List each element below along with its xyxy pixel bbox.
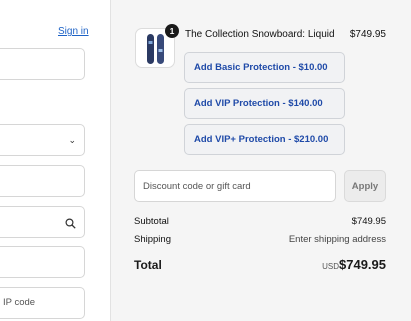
search-icon bbox=[65, 216, 76, 234]
chevron-down-icon: ⌄ bbox=[68, 135, 76, 145]
subtotal-value: $749.95 bbox=[351, 216, 386, 227]
total-currency: USD bbox=[322, 262, 339, 271]
apply-discount-button[interactable]: Apply bbox=[344, 170, 386, 202]
sign-in-link[interactable]: Sign in bbox=[58, 26, 89, 37]
shipping-value: Enter shipping address bbox=[288, 234, 386, 245]
apartment-field[interactable] bbox=[0, 246, 85, 278]
shipping-label: Shipping bbox=[134, 234, 171, 245]
postal-code-field[interactable]: IP code bbox=[0, 287, 85, 319]
product-name: The Collection Snowboard: Liquid bbox=[185, 29, 335, 40]
order-summary: 1 The Collection Snowboard: Liquid $749.… bbox=[110, 0, 411, 321]
add-basic-protection-button[interactable]: Add Basic Protection - $10.00 bbox=[184, 52, 345, 83]
total-label: Total bbox=[134, 258, 162, 272]
postal-code-placeholder: IP code bbox=[3, 297, 36, 308]
contact-field[interactable] bbox=[0, 48, 85, 80]
product-price: $749.95 bbox=[349, 29, 386, 40]
checkout-form-panel: Sign in ⌄ IP code bbox=[0, 0, 110, 321]
name-field[interactable] bbox=[0, 165, 85, 197]
address-field[interactable] bbox=[0, 206, 85, 238]
subtotal-label: Subtotal bbox=[134, 216, 169, 227]
discount-code-input[interactable] bbox=[134, 170, 336, 202]
add-vip-protection-button[interactable]: Add VIP Protection - $140.00 bbox=[184, 88, 345, 119]
country-select[interactable]: ⌄ bbox=[0, 124, 85, 156]
quantity-badge: 1 bbox=[165, 24, 179, 38]
total-value: $749.95 bbox=[339, 257, 386, 272]
add-vip-plus-protection-button[interactable]: Add VIP+ Protection - $210.00 bbox=[184, 124, 345, 155]
